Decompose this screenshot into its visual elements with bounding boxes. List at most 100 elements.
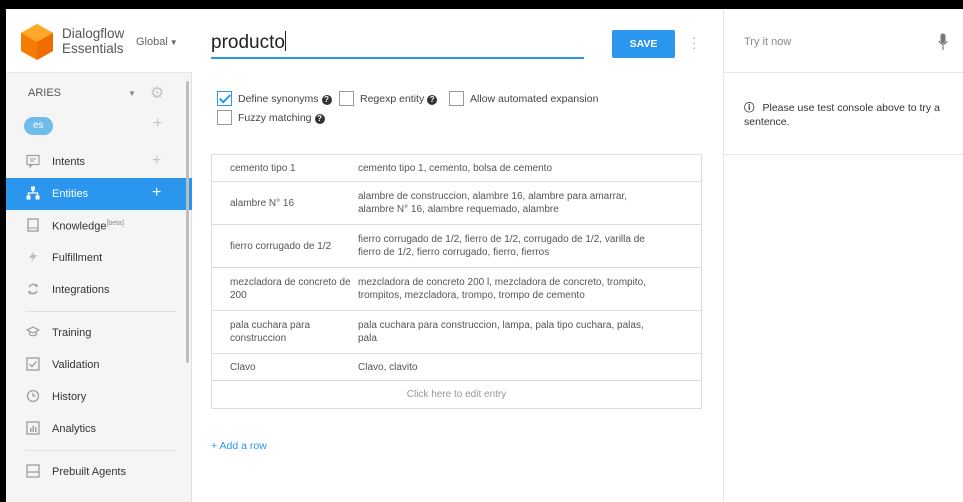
sidebar-nav: Intents + Entities + Knowledge[beta] Ful… xyxy=(6,146,192,488)
help-icon[interactable]: ? xyxy=(427,95,438,105)
table-row[interactable]: alambre N° 16 alambre de construccion, a… xyxy=(212,182,701,225)
entity-name-input[interactable]: producto xyxy=(211,29,584,59)
sidebar-item-label: Integrations xyxy=(52,284,110,296)
box-icon xyxy=(26,464,40,478)
microphone-icon[interactable] xyxy=(938,33,948,51)
divider xyxy=(724,154,963,155)
reference-value[interactable]: mezcladora de concreto de 200 xyxy=(230,276,354,302)
synonyms[interactable]: cemento tipo 1, cemento, bolsa de cement… xyxy=(358,162,658,175)
sidebar-item-prebuilt-agents[interactable]: Prebuilt Agents xyxy=(6,456,192,488)
sidebar-item-history[interactable]: History xyxy=(6,381,192,413)
dialogflow-window: Dialogflow Essentials Global ▼ ARIES ▼ ⚙ … xyxy=(6,9,963,502)
add-intent-icon[interactable]: + xyxy=(152,152,161,170)
clock-icon xyxy=(26,389,40,403)
add-language-icon[interactable]: + xyxy=(153,115,162,133)
sidebar-item-validation[interactable]: Validation xyxy=(6,349,192,381)
sidebar-item-entities[interactable]: Entities + xyxy=(6,178,192,210)
sidebar-item-label: Entities xyxy=(52,188,89,200)
sidebar-scrollbar[interactable] xyxy=(186,81,189,363)
reference-value[interactable]: alambre N° 16 xyxy=(230,197,294,210)
sidebar-item-label: Analytics xyxy=(52,423,97,435)
sidebar-item-label: Knowledge[beta] xyxy=(52,220,124,233)
beta-badge: [beta] xyxy=(106,220,124,227)
knowledge-label: Knowledge xyxy=(52,220,107,233)
product-name: Dialogflow Essentials xyxy=(62,26,124,56)
loop-icon xyxy=(26,282,40,296)
graduation-cap-icon xyxy=(25,325,41,339)
dialogflow-logo xyxy=(21,24,53,60)
language-chip[interactable]: es xyxy=(24,117,53,135)
define-synonyms-checkbox[interactable] xyxy=(217,91,232,106)
sitemap-icon xyxy=(26,186,40,200)
help-icon[interactable]: ? xyxy=(314,114,325,124)
table-row[interactable]: cemento tipo 1 cemento tipo 1, cemento, … xyxy=(212,155,701,182)
brand-header: Dialogflow Essentials Global ▼ xyxy=(6,9,192,73)
fuzzy-matching-label: Fuzzy matching xyxy=(238,112,312,124)
caret-down-icon[interactable]: ▼ xyxy=(128,89,136,98)
add-row-link[interactable]: + Add a row xyxy=(211,440,267,452)
reference-value[interactable]: pala cuchara para construccion xyxy=(230,319,340,345)
edit-entry-row[interactable]: Click here to edit entry xyxy=(212,381,701,408)
sidebar-item-knowledge[interactable]: Knowledge[beta] xyxy=(6,210,192,242)
entity-header: producto SAVE · · · xyxy=(193,9,723,73)
table-row[interactable]: Clavo Clavo, clavito xyxy=(212,354,701,381)
nav-divider xyxy=(26,311,176,312)
regexp-text: Regexp entity? xyxy=(360,93,438,105)
fuzzy-matching-checkbox[interactable] xyxy=(217,110,232,125)
define-synonyms-text: Define synonyms? xyxy=(238,93,332,105)
entries-table: cemento tipo 1 cemento tipo 1, cemento, … xyxy=(211,154,702,409)
bolt-icon xyxy=(26,250,40,264)
info-icon: ⓘ xyxy=(744,102,755,114)
sidebar-item-label: Validation xyxy=(52,359,100,371)
table-row[interactable]: fierro corrugado de 1/2 fierro corrugado… xyxy=(212,225,701,268)
table-row[interactable]: pala cuchara para construccion pala cuch… xyxy=(212,311,701,354)
sidebar-item-intents[interactable]: Intents + xyxy=(6,146,192,178)
try-it-placeholder: Try it now xyxy=(744,36,792,48)
sidebar-item-label: History xyxy=(52,391,87,403)
sidebar-item-label: Intents xyxy=(52,156,86,168)
test-console-message: ⓘ Please use test console above to try a … xyxy=(744,101,954,129)
gear-icon[interactable]: ⚙ xyxy=(150,83,164,103)
sidebar-item-analytics[interactable]: Analytics xyxy=(6,413,192,445)
agent-selector[interactable]: ARIES xyxy=(28,87,61,99)
regexp-checkbox[interactable] xyxy=(339,91,354,106)
test-console: Try it now ⓘ Please use test console abov… xyxy=(723,9,963,502)
check-square-icon xyxy=(26,357,40,371)
sidebar-item-integrations[interactable]: Integrations xyxy=(6,274,192,306)
bar-chart-icon xyxy=(26,421,40,435)
sidebar: Dialogflow Essentials Global ▼ ARIES ▼ ⚙ … xyxy=(6,9,192,502)
table-row[interactable]: mezcladora de concreto de 200 mezcladora… xyxy=(212,268,701,311)
save-button[interactable]: SAVE xyxy=(612,30,675,58)
chat-icon xyxy=(26,154,40,169)
product-name-line2: Essentials xyxy=(62,41,124,56)
fuzzy-matching-text: Fuzzy matching? xyxy=(238,112,325,124)
sidebar-item-label: Fulfillment xyxy=(52,252,103,264)
help-icon[interactable]: ? xyxy=(321,95,332,105)
nav-divider xyxy=(26,450,176,451)
agent-section: ARIES ▼ ⚙ es + xyxy=(6,73,192,147)
reference-value[interactable]: fierro corrugado de 1/2 xyxy=(230,240,331,253)
auto-expansion-label: Allow automated expansion xyxy=(470,93,599,105)
add-entity-icon[interactable]: + xyxy=(152,184,161,202)
auto-expansion-checkbox[interactable] xyxy=(449,91,464,106)
region-selector[interactable]: Global ▼ xyxy=(136,36,178,48)
sidebar-item-training[interactable]: Training xyxy=(6,317,192,349)
try-it-input[interactable]: Try it now xyxy=(724,9,963,73)
text-cursor xyxy=(284,31,286,51)
synonyms[interactable]: fierro corrugado de 1/2, fierro de 1/2, … xyxy=(358,233,658,259)
reference-value[interactable]: Clavo xyxy=(230,361,256,374)
synonyms[interactable]: pala cuchara para construccion, lampa, p… xyxy=(358,319,658,345)
sidebar-item-label: Training xyxy=(52,327,92,339)
sidebar-item-fulfillment[interactable]: Fulfillment xyxy=(6,242,192,274)
define-synonyms-label: Define synonyms xyxy=(238,93,319,105)
entity-name-value: producto xyxy=(211,32,285,53)
more-options-icon[interactable]: · · · xyxy=(692,31,696,54)
synonyms[interactable]: mezcladora de concreto 200 l, mezcladora… xyxy=(358,276,658,302)
product-name-line1: Dialogflow xyxy=(62,26,125,41)
synonyms[interactable]: Clavo, clavito xyxy=(358,361,658,374)
synonyms[interactable]: alambre de construccion, alambre 16, ala… xyxy=(358,190,658,216)
entity-editor: Define synonyms? Regexp entity? Allow au… xyxy=(193,73,723,502)
reference-value[interactable]: cemento tipo 1 xyxy=(230,162,296,175)
sidebar-item-label: Prebuilt Agents xyxy=(52,466,126,478)
caret-down-icon: ▼ xyxy=(169,38,178,47)
